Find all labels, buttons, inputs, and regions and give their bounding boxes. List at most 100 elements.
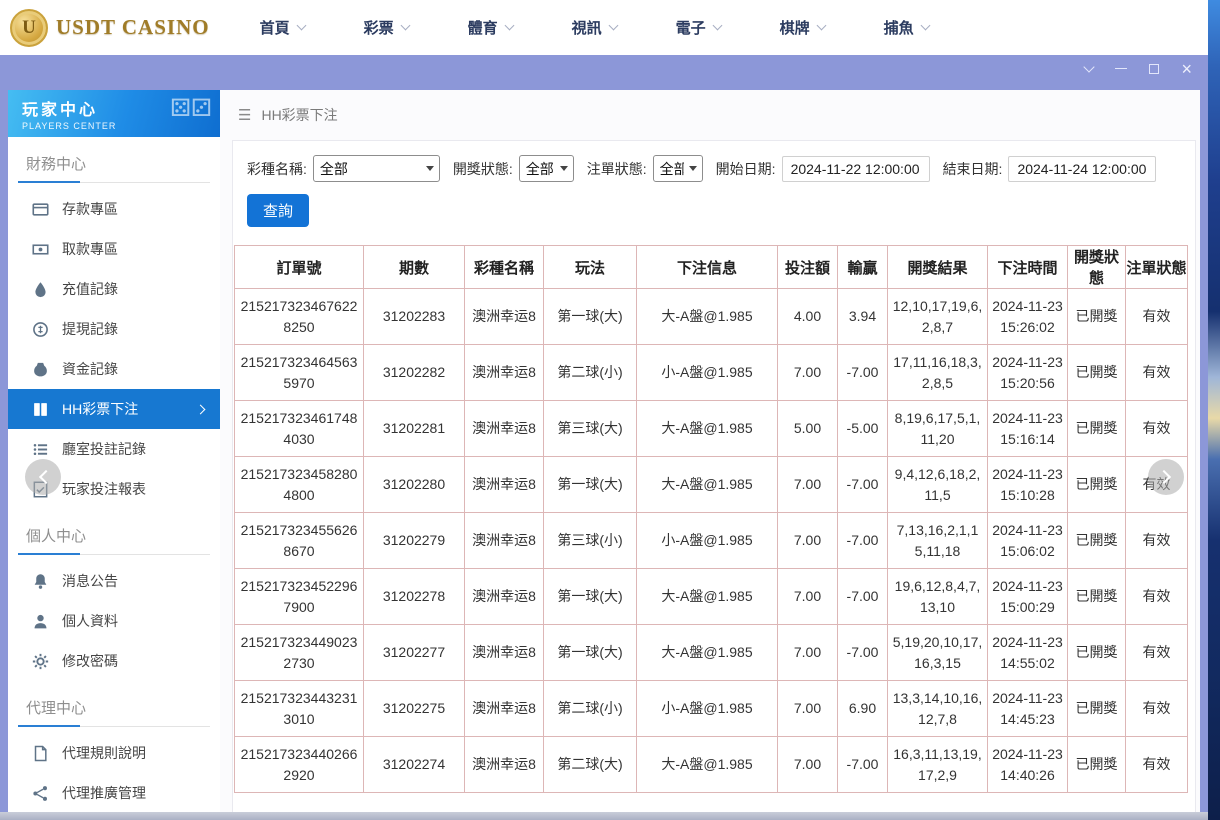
- table-cell: -5.00: [838, 401, 888, 457]
- draw-status-select[interactable]: 全部: [519, 155, 574, 182]
- table-container: 訂單號期數彩種名稱玩法下注信息投注額輸贏開獎結果下注時間開獎狀態注單狀態2152…: [234, 245, 1195, 812]
- table-cell: 2152173234556268670: [235, 513, 364, 569]
- table-cell: 澳洲幸运8: [465, 457, 544, 513]
- sidebar-item-label: 個人資料: [62, 611, 118, 631]
- table-cell: 6.90: [838, 681, 888, 737]
- logo-coin-icon: U: [10, 9, 48, 47]
- sidebar-item-label: 充值記錄: [62, 279, 118, 299]
- sidebar-item-hh-lottery-bets[interactable]: HH彩票下注: [8, 389, 220, 429]
- table-cell: 澳洲幸运8: [465, 289, 544, 345]
- table-cell: 31202281: [364, 401, 465, 457]
- column-header: 訂單號: [235, 246, 364, 289]
- sidebar-item-agent-promotion[interactable]: 代理推廣管理: [8, 773, 220, 812]
- table-cell: 2024-11-23 14:55:02: [988, 625, 1068, 681]
- table-cell: 有效: [1126, 625, 1188, 681]
- table-cell: 第三球(大): [544, 401, 637, 457]
- sidebar-item-label: HH彩票下注: [62, 399, 138, 419]
- nav-item-3[interactable]: 視訊: [572, 17, 617, 38]
- table-cell: 已開獎: [1068, 289, 1126, 345]
- carousel-left-arrow[interactable]: [25, 459, 61, 495]
- table-cell: 大-A盤@1.985: [637, 457, 778, 513]
- nav-item-1[interactable]: 彩票: [364, 17, 409, 38]
- column-header: 期數: [364, 246, 465, 289]
- filter-bar: 彩種名稱: 全部 開獎狀態: 全部 注單狀態: 全部 開始日期: 結束日期:: [233, 155, 1195, 182]
- draw-status-select-wrap: 全部: [519, 155, 574, 182]
- table-row: 215217323461748403031202281澳洲幸运8第三球(大)大-…: [235, 401, 1188, 457]
- table-cell: 大-A盤@1.985: [637, 569, 778, 625]
- table-cell: 12,10,17,19,6,2,8,7: [888, 289, 988, 345]
- sidebar-item-change-password[interactable]: 修改密碼: [8, 641, 220, 681]
- table-cell: 7,13,16,2,1,15,11,18: [888, 513, 988, 569]
- order-status-select[interactable]: 全部: [653, 155, 703, 182]
- query-button[interactable]: 查詢: [247, 194, 309, 227]
- bag-icon: [32, 361, 49, 378]
- maximize-icon[interactable]: [1149, 64, 1159, 74]
- table-row: 215217323440266292031202274澳洲幸运8第二球(大)大-…: [235, 737, 1188, 793]
- table-cell: 第三球(小): [544, 513, 637, 569]
- sidebar-section-header: 財務中心: [18, 153, 210, 183]
- table-cell: 31202283: [364, 289, 465, 345]
- table-cell: 7.00: [778, 737, 838, 793]
- sidebar-item-deposit[interactable]: 存款專區: [8, 189, 220, 229]
- table-cell: 小-A盤@1.985: [637, 513, 778, 569]
- table-row: 215217323443231301031202275澳洲幸运8第二球(小)小-…: [235, 681, 1188, 737]
- sidebar-item-label: 修改密碼: [62, 651, 118, 671]
- table-cell: 已開獎: [1068, 737, 1126, 793]
- sidebar-item-announcements[interactable]: 消息公告: [8, 561, 220, 601]
- table-cell: 2024-11-23 15:16:14: [988, 401, 1068, 457]
- table-cell: 已開獎: [1068, 457, 1126, 513]
- sidebar-item-agent-rules[interactable]: 代理規則說明: [8, 733, 220, 773]
- table-cell: 第一球(大): [544, 289, 637, 345]
- table-cell: 2152173234522967900: [235, 569, 364, 625]
- content-panel: 彩種名稱: 全部 開獎狀態: 全部 注單狀態: 全部 開始日期: 結束日期:: [232, 140, 1196, 812]
- lottery-select[interactable]: 全部: [313, 155, 440, 182]
- column-header: 下注時間: [988, 246, 1068, 289]
- sidebar-item-label: 消息公告: [62, 571, 118, 591]
- nav-item-label: 體育: [468, 17, 498, 38]
- menu-icon[interactable]: [238, 106, 251, 124]
- column-header: 下注信息: [637, 246, 778, 289]
- table-cell: 2152173234582804800: [235, 457, 364, 513]
- sidebar-item-recharge-record[interactable]: 充值記錄: [8, 269, 220, 309]
- table-row: 215217323455626867031202279澳洲幸运8第三球(小)小-…: [235, 513, 1188, 569]
- table-cell: 有效: [1126, 401, 1188, 457]
- table-cell: 2152173234676228250: [235, 289, 364, 345]
- nav-item-label: 捕魚: [884, 17, 914, 38]
- main-content: HH彩票下注 彩種名稱: 全部 開獎狀態: 全部 注單狀態: 全部: [220, 90, 1200, 812]
- column-header: 投注額: [778, 246, 838, 289]
- nav-item-2[interactable]: 體育: [468, 17, 513, 38]
- table-cell: 有效: [1126, 737, 1188, 793]
- nav-item-6[interactable]: 捕魚: [884, 17, 929, 38]
- nav-item-0[interactable]: 首頁: [260, 17, 305, 38]
- close-icon[interactable]: ×: [1181, 62, 1192, 76]
- table-cell: 2152173234432313010: [235, 681, 364, 737]
- window-controls: ×: [1085, 62, 1192, 76]
- chevron-down-icon: [400, 21, 410, 31]
- lottery-name-label: 彩種名稱:: [247, 159, 307, 179]
- table-cell: 8,19,6,17,5,1,11,20: [888, 401, 988, 457]
- table-row: 215217323458280480031202280澳洲幸运8第一球(大)大-…: [235, 457, 1188, 513]
- carousel-right-arrow[interactable]: [1148, 459, 1184, 495]
- table-cell: 2024-11-23 14:40:26: [988, 737, 1068, 793]
- nav-item-5[interactable]: 棋牌: [780, 17, 825, 38]
- logo[interactable]: U USDT CASINO: [10, 9, 210, 47]
- table-cell: 有效: [1126, 569, 1188, 625]
- sidebar-item-funds-record[interactable]: 資金記錄: [8, 349, 220, 389]
- sidebar-item-profile[interactable]: 個人資料: [8, 601, 220, 641]
- table-cell: 澳洲幸运8: [465, 401, 544, 457]
- end-date-input[interactable]: [1008, 156, 1156, 182]
- table-cell: 大-A盤@1.985: [637, 625, 778, 681]
- table-cell: 第一球(大): [544, 569, 637, 625]
- table-cell: 7.00: [778, 345, 838, 401]
- sidebar-item-cashout-record[interactable]: 提現記錄: [8, 309, 220, 349]
- window-chevron-down-icon[interactable]: [1084, 61, 1095, 72]
- start-date-input[interactable]: [782, 156, 930, 182]
- card-icon: [32, 201, 49, 218]
- table-cell: 第二球(大): [544, 737, 637, 793]
- button-row: 查詢: [233, 194, 1195, 227]
- sidebar-item-withdraw[interactable]: 取款專區: [8, 229, 220, 269]
- person-icon: [32, 613, 49, 630]
- minimize-icon[interactable]: [1115, 68, 1127, 69]
- table-cell: 31202274: [364, 737, 465, 793]
- nav-item-4[interactable]: 電子: [676, 17, 721, 38]
